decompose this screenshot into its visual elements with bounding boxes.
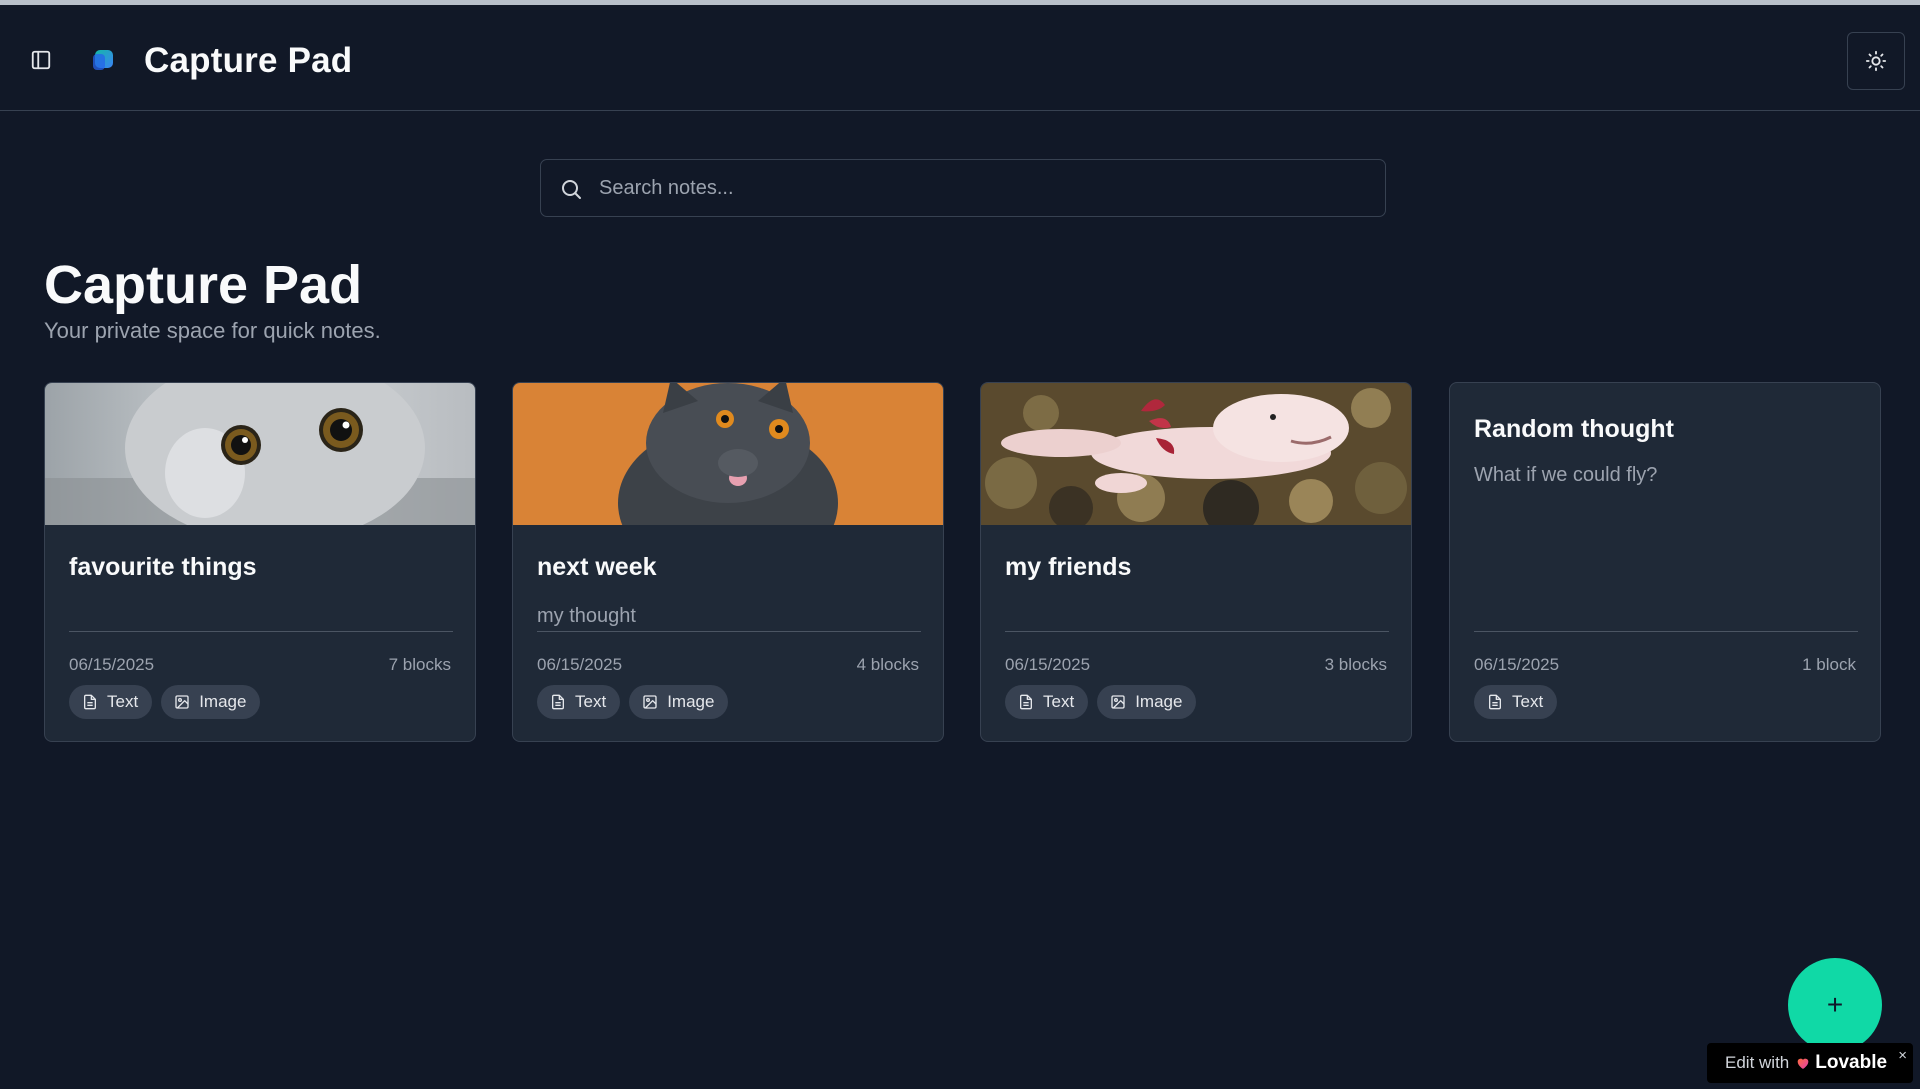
edit-with-lovable-badge[interactable]: Edit with Lovable ×: [1707, 1043, 1913, 1083]
tag-image: Image: [1097, 685, 1197, 719]
note-date: 06/15/2025: [537, 655, 623, 674]
tag-image: Image: [161, 685, 261, 719]
image-icon: [643, 695, 657, 709]
panel-left-icon: [31, 50, 51, 70]
card-divider: [69, 631, 453, 632]
tag-label: Image: [199, 692, 247, 711]
heart-icon: [1797, 1058, 1809, 1069]
app-title: Capture Pad: [144, 41, 353, 80]
axolotl-photo: [981, 383, 1411, 525]
note-title: next week: [537, 553, 657, 581]
badge-prefix: Edit with: [1725, 1053, 1790, 1072]
close-badge-button[interactable]: ×: [1898, 1047, 1907, 1064]
note-date: 06/15/2025: [69, 655, 155, 674]
note-date: 06/15/2025: [1005, 655, 1091, 674]
note-title: Random thought: [1474, 415, 1674, 443]
tag-image: Image: [629, 685, 729, 719]
note-tags: Text Image: [1005, 685, 1197, 719]
tag-label: Text: [1043, 692, 1075, 711]
note-preview: my thought: [537, 605, 636, 627]
note-card[interactable]: my friends 06/15/2025 3 blocks Text Imag…: [980, 382, 1412, 742]
note-tags: Text Image: [537, 685, 729, 719]
search-input[interactable]: [599, 160, 1369, 216]
sun-icon: [1865, 50, 1887, 72]
page-subtitle: Your private space for quick notes.: [44, 318, 381, 343]
file-text-icon: [84, 694, 96, 710]
search-icon: [562, 180, 581, 199]
note-tags: Text: [1474, 685, 1558, 719]
tag-text: Text: [1005, 685, 1089, 719]
theme-toggle-button[interactable]: [1847, 32, 1905, 90]
note-tags: Text Image: [69, 685, 261, 719]
card-divider: [1474, 631, 1858, 632]
tag-text: Text: [69, 685, 153, 719]
image-icon: [175, 695, 189, 709]
file-text-icon: [1020, 694, 1032, 710]
note-block-count: 1 block: [1802, 655, 1856, 674]
note-date: 06/15/2025: [1474, 655, 1560, 674]
card-divider: [537, 631, 921, 632]
page-title: Capture Pad: [44, 255, 363, 315]
note-preview: What if we could fly?: [1474, 464, 1658, 486]
note-block-count: 7 blocks: [388, 655, 451, 674]
british-shorthair-cat-photo: [513, 383, 943, 525]
file-text-icon: [552, 694, 564, 710]
note-card[interactable]: next week my thought 06/15/2025 4 blocks…: [512, 382, 944, 742]
lovable-brand: Lovable: [1795, 1052, 1887, 1074]
badge-brand-label: Lovable: [1815, 1052, 1888, 1073]
app-logo: [92, 48, 116, 72]
tag-text: Text: [537, 685, 621, 719]
tag-label: Text: [1512, 692, 1544, 711]
file-text-icon: [1489, 694, 1501, 710]
tag-label: Image: [667, 692, 715, 711]
add-note-button[interactable]: +: [1788, 958, 1882, 1052]
tag-text: Text: [1474, 685, 1558, 719]
note-title: my friends: [1005, 553, 1132, 581]
tag-label: Image: [1135, 692, 1183, 711]
tag-label: Text: [107, 692, 139, 711]
note-title: favourite things: [69, 553, 257, 581]
app-header: Capture Pad: [0, 5, 1920, 111]
card-divider: [1005, 631, 1389, 632]
note-block-count: 4 blocks: [856, 655, 919, 674]
grey-cat-photo: [45, 383, 475, 525]
note-block-count: 3 blocks: [1324, 655, 1387, 674]
note-card[interactable]: Random thought What if we could fly? 06/…: [1449, 382, 1881, 742]
note-card[interactable]: favourite things 06/15/2025 7 blocks Tex…: [44, 382, 476, 742]
search-bar: [540, 159, 1386, 217]
tag-label: Text: [575, 692, 607, 711]
sidebar-toggle-button[interactable]: [28, 47, 54, 73]
image-icon: [1111, 695, 1125, 709]
